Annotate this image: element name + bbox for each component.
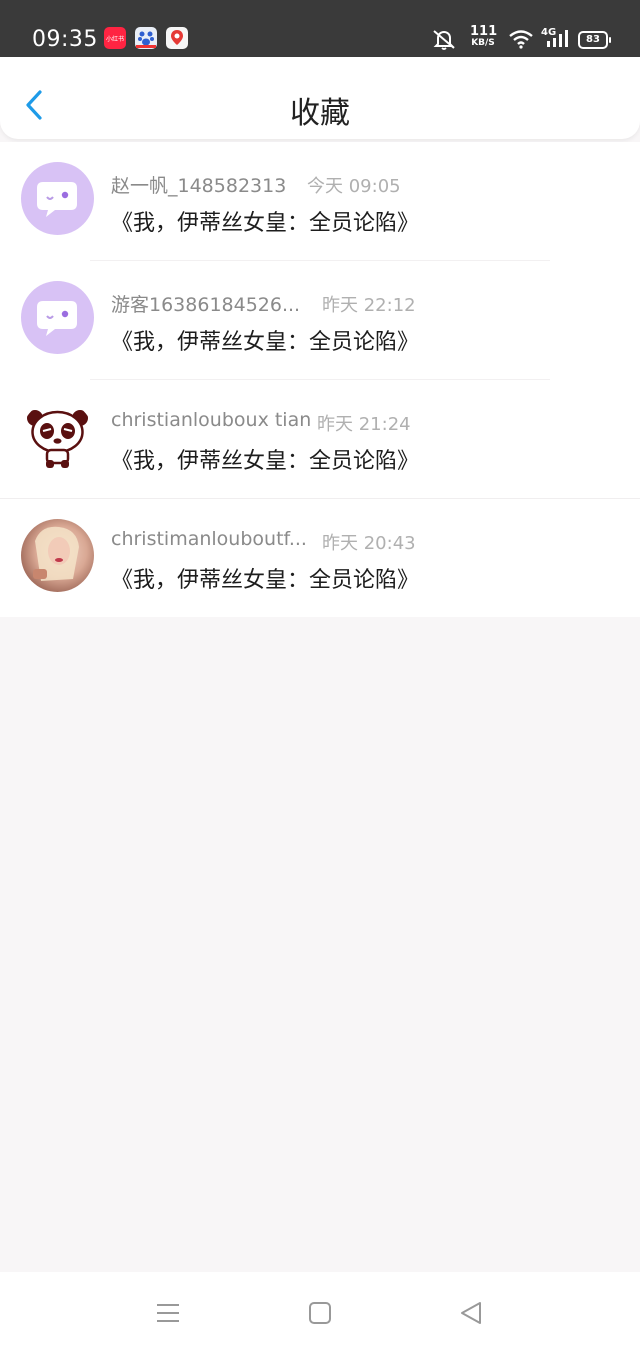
avatar[interactable] — [21, 400, 94, 473]
avatar[interactable] — [21, 281, 94, 354]
book-title[interactable]: 《我，伊蒂丝女皇：全员论陷》 — [111, 205, 419, 237]
battery-indicator: 83 — [578, 31, 611, 49]
favorite-time: 今天 09:05 — [307, 176, 401, 197]
user-name: christimanlouboutf... — [111, 528, 307, 550]
book-title[interactable]: 《我，伊蒂丝女皇：全员论陷》 — [111, 324, 419, 356]
xiaohongshu-app-icon: 小红书 — [104, 27, 126, 49]
baidu-app-icon — [135, 27, 157, 49]
avatar[interactable] — [21, 162, 94, 235]
list-item[interactable]: 游客16386184526... 昨天 22:12 《我，伊蒂丝女皇：全员论陷》 — [0, 261, 640, 380]
network-speed-value: 111 — [470, 24, 498, 39]
wifi-icon — [509, 30, 533, 49]
home-icon[interactable] — [307, 1300, 333, 1326]
map-app-icon — [166, 27, 188, 49]
user-name: 赵一帆_148582313 — [111, 175, 287, 197]
status-bar: 09:35 小红书 111 KB/S 4G 83 — [0, 0, 640, 57]
avatar[interactable] — [21, 519, 94, 592]
xiaohongshu-badge-text: 小红书 — [106, 36, 125, 43]
user-name: christianlouboux tian — [111, 409, 312, 431]
app-header: 收藏 — [0, 57, 640, 139]
signal-icon — [547, 30, 568, 47]
chat-bubble-icon — [37, 182, 77, 217]
book-title[interactable]: 《我，伊蒂丝女皇：全员论陷》 — [111, 443, 419, 475]
menu-icon[interactable] — [155, 1300, 181, 1326]
panda-icon — [27, 410, 88, 468]
mute-bell-icon — [433, 30, 455, 50]
network-speed-unit: KB/S — [471, 38, 495, 48]
book-title[interactable]: 《我，伊蒂丝女皇：全员论陷》 — [111, 562, 419, 594]
back-triangle-icon[interactable] — [458, 1300, 484, 1326]
photo-portrait-icon — [33, 526, 79, 581]
page-title: 收藏 — [290, 96, 350, 131]
favorite-time: 昨天 20:43 — [322, 533, 416, 554]
favorite-time: 昨天 22:12 — [322, 295, 416, 316]
system-nav-bar — [0, 1272, 640, 1351]
favorite-time: 昨天 21:24 — [317, 414, 411, 435]
chat-bubble-icon — [37, 301, 77, 336]
status-time: 09:35 — [32, 27, 98, 52]
network-speed: 111 KB/S — [470, 24, 498, 48]
user-name: 游客16386184526... — [111, 294, 301, 316]
list-item[interactable]: 赵一帆_148582313 今天 09:05 《我，伊蒂丝女皇：全员论陷》 — [0, 142, 640, 261]
list-item[interactable]: christimanlouboutf... 昨天 20:43 《我，伊蒂丝女皇：… — [0, 499, 640, 617]
list-item[interactable]: christianlouboux tian 昨天 21:24 《我，伊蒂丝女皇：… — [0, 380, 640, 499]
favorites-list: 赵一帆_148582313 今天 09:05 《我，伊蒂丝女皇：全员论陷》 游客… — [0, 142, 640, 617]
